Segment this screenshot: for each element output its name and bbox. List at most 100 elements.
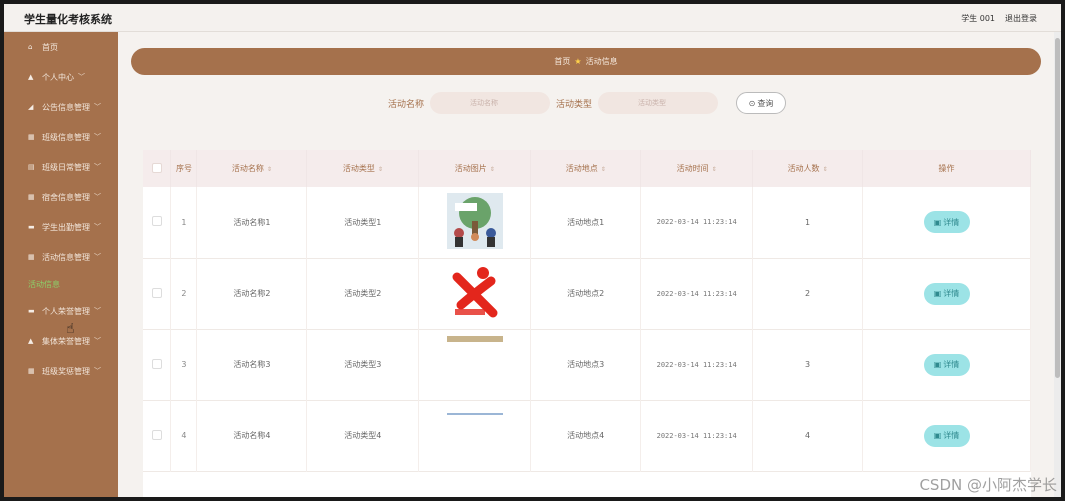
sort-icon: ⇕ <box>377 166 383 173</box>
app-window: 学生量化考核系统 学生 001 退出登录 ⌂ 首页 ▲ 个人中心 ﹀ ◢ 公告信息管理 ﹀ ▦ 班… <box>4 4 1061 497</box>
search-button[interactable]: ⊙ 查询 <box>736 92 787 114</box>
chevron-down-icon: ﹀ <box>94 307 101 315</box>
cell-place: 活动地点1 <box>530 187 642 258</box>
detail-icon: ▣ <box>933 289 942 298</box>
cell-index: 2 <box>170 258 198 329</box>
scrollbar[interactable] <box>1054 32 1061 497</box>
detail-button[interactable]: ▣ 详情 <box>923 211 970 234</box>
user-area: 学生 001 退出登录 <box>961 13 1037 24</box>
cell-place: 活动地点3 <box>530 329 642 400</box>
user-icon: ▲ <box>28 337 34 345</box>
scrollbar-thumb[interactable] <box>1055 38 1060 378</box>
cell-image <box>418 400 532 471</box>
table-row[interactable]: 1 活动名称1 活动类型1 活动地点1 2022-03-14 11:23:14 1 ▣ 详情 <box>143 187 1031 258</box>
sidebar-item-8[interactable]: 活动信息 <box>4 272 118 296</box>
header-count[interactable]: 活动人数 ⇕ <box>752 150 864 187</box>
activity-image[interactable] <box>446 406 503 463</box>
detail-button[interactable]: ▣ 详情 <box>923 353 970 376</box>
user-icon: ▲ <box>28 73 34 81</box>
row-checkbox[interactable] <box>151 216 162 227</box>
sort-icon: ⇕ <box>711 166 717 173</box>
main-content: 首页 ★ 活动信息 活动名称 活动类型 ⊙ 查询 序号 活动名称⇕ <box>118 32 1054 497</box>
detail-button[interactable]: ▣ 详情 <box>923 282 970 305</box>
header-image[interactable]: 活动图片 ⇕ <box>418 150 532 187</box>
activity-name-input[interactable] <box>430 92 551 114</box>
sidebar-item-label: 班级奖惩管理 <box>42 366 90 376</box>
row-checkbox[interactable] <box>151 358 162 369</box>
detail-button-label: 详情 <box>943 217 960 227</box>
header-name[interactable]: 活动名称 ⇕ <box>196 150 308 187</box>
row-checkbox[interactable] <box>151 429 162 440</box>
sidebar-item-label: 宿舍信息管理 <box>42 192 90 202</box>
sidebar-item-2[interactable]: ◢ 公告信息管理 ﹀ <box>4 92 118 122</box>
cell-ops: ▣ 详情 <box>862 187 1031 258</box>
sidebar-item-10[interactable]: ▲ 集体荣誉管理 ﹀ <box>4 326 118 356</box>
app-title: 学生量化考核系统 <box>24 13 112 26</box>
sidebar-item-label: 班级信息管理 <box>42 132 90 142</box>
cell-ops: ▣ 详情 <box>862 400 1031 471</box>
cell-place: 活动地点2 <box>530 258 642 329</box>
chevron-down-icon: ﹀ <box>94 193 101 201</box>
list-icon: ▬ <box>28 223 35 231</box>
sidebar-item-3[interactable]: ▦ 班级信息管理 ﹀ <box>4 122 118 152</box>
list-icon: ▬ <box>28 307 35 315</box>
activity-image[interactable] <box>446 335 503 392</box>
sidebar-item-6[interactable]: ▬ 学生出勤管理 ﹀ <box>4 212 118 242</box>
cell-image <box>418 187 532 258</box>
select-all-checkbox[interactable] <box>151 162 162 173</box>
detail-button-label: 详情 <box>943 431 960 440</box>
activity-image[interactable] <box>446 193 503 250</box>
sidebar-item-1[interactable]: ▲ 个人中心 ﹀ <box>4 62 118 92</box>
sort-icon: ⇕ <box>822 166 828 173</box>
chevron-down-icon: ﹀ <box>78 73 85 81</box>
breadcrumb-home[interactable]: 首页 <box>554 56 570 67</box>
detail-button-label: 详情 <box>943 289 960 298</box>
cell-place: 活动地点4 <box>530 400 642 471</box>
sort-icon: ⇕ <box>489 166 495 173</box>
row-checkbox[interactable] <box>151 287 162 298</box>
detail-button-label: 详情 <box>943 360 960 369</box>
sidebar-item-9[interactable]: ▬ 个人荣誉管理 ﹀ <box>4 296 118 326</box>
detail-button[interactable]: ▣ 详情 <box>923 424 970 447</box>
cell-type: 活动类型2 <box>306 258 420 329</box>
sidebar-item-7[interactable]: ▦ 活动信息管理 ﹀ <box>4 242 118 272</box>
logout-link[interactable]: 退出登录 <box>1005 13 1037 24</box>
table-row[interactable]: 2 活动名称2 活动类型2 活动地点2 2022-03-14 11:23:14 2 ▣ 详情 <box>143 258 1031 329</box>
sidebar-item-label: 班级日常管理 <box>42 162 90 172</box>
cell-name: 活动名称1 <box>196 187 308 258</box>
megaphone-icon: ◢ <box>28 103 34 111</box>
home-icon: ⌂ <box>28 43 33 51</box>
cell-time: 2022-03-14 11:23:14 <box>640 329 754 400</box>
breadcrumb-current: 活动信息 <box>585 57 618 66</box>
header-type[interactable]: 活动类型 ⇕ <box>306 150 420 187</box>
sidebar-item-11[interactable]: ▦ 班级奖惩管理 ﹀ <box>4 356 118 386</box>
activity-type-label: 活动类型 <box>556 99 593 110</box>
grid-icon: ▦ <box>28 193 35 201</box>
grid-icon: ▦ <box>28 253 35 261</box>
sidebar-item-0[interactable]: ⌂ 首页 <box>4 32 118 62</box>
chevron-down-icon: ﹀ <box>94 337 101 345</box>
sidebar-item-5[interactable]: ▦ 宿舍信息管理 ﹀ <box>4 182 118 212</box>
table-row[interactable]: 3 活动名称3 活动类型3 活动地点3 2022-03-14 11:23:14 3 ▣ 详情 <box>143 329 1031 400</box>
cell-name: 活动名称3 <box>196 329 308 400</box>
activity-image[interactable] <box>446 264 503 321</box>
activity-table: 序号 活动名称 ⇕ 活动类型 ⇕ 活动图片 ⇕ 活动地点 ⇕ 活动时间 ⇕ 活动人数 ⇕ 操… <box>143 150 1031 497</box>
pointer-cursor-icon: ☝ <box>66 321 75 337</box>
breadcrumb: 首页 ★ 活动信息 <box>131 48 1041 75</box>
header-time[interactable]: 活动时间 ⇕ <box>640 150 754 187</box>
cell-name: 活动名称2 <box>196 258 308 329</box>
sidebar-item-label: 活动信息 <box>28 279 60 289</box>
activity-name-label: 活动名称 <box>388 99 425 110</box>
sidebar-item-label: 公告信息管理 <box>42 102 90 112</box>
detail-icon: ▣ <box>933 217 942 227</box>
sort-icon: ⇕ <box>600 166 606 173</box>
cell-time: 2022-03-14 11:23:14 <box>640 400 754 471</box>
table-row[interactable]: 4 活动名称4 活动类型4 活动地点4 2022-03-14 11:23:14 4 ▣ 详情 <box>143 400 1031 471</box>
activity-type-input[interactable] <box>598 92 719 114</box>
sidebar-item-4[interactable]: ▤ 班级日常管理 ﹀ <box>4 152 118 182</box>
sidebar-item-label: 活动信息管理 <box>42 252 90 262</box>
search-button-label: 查询 <box>757 98 774 108</box>
top-bar: 学生量化考核系统 学生 001 退出登录 <box>4 4 1061 32</box>
header-place[interactable]: 活动地点 ⇕ <box>530 150 642 187</box>
cell-name: 活动名称4 <box>196 400 308 471</box>
